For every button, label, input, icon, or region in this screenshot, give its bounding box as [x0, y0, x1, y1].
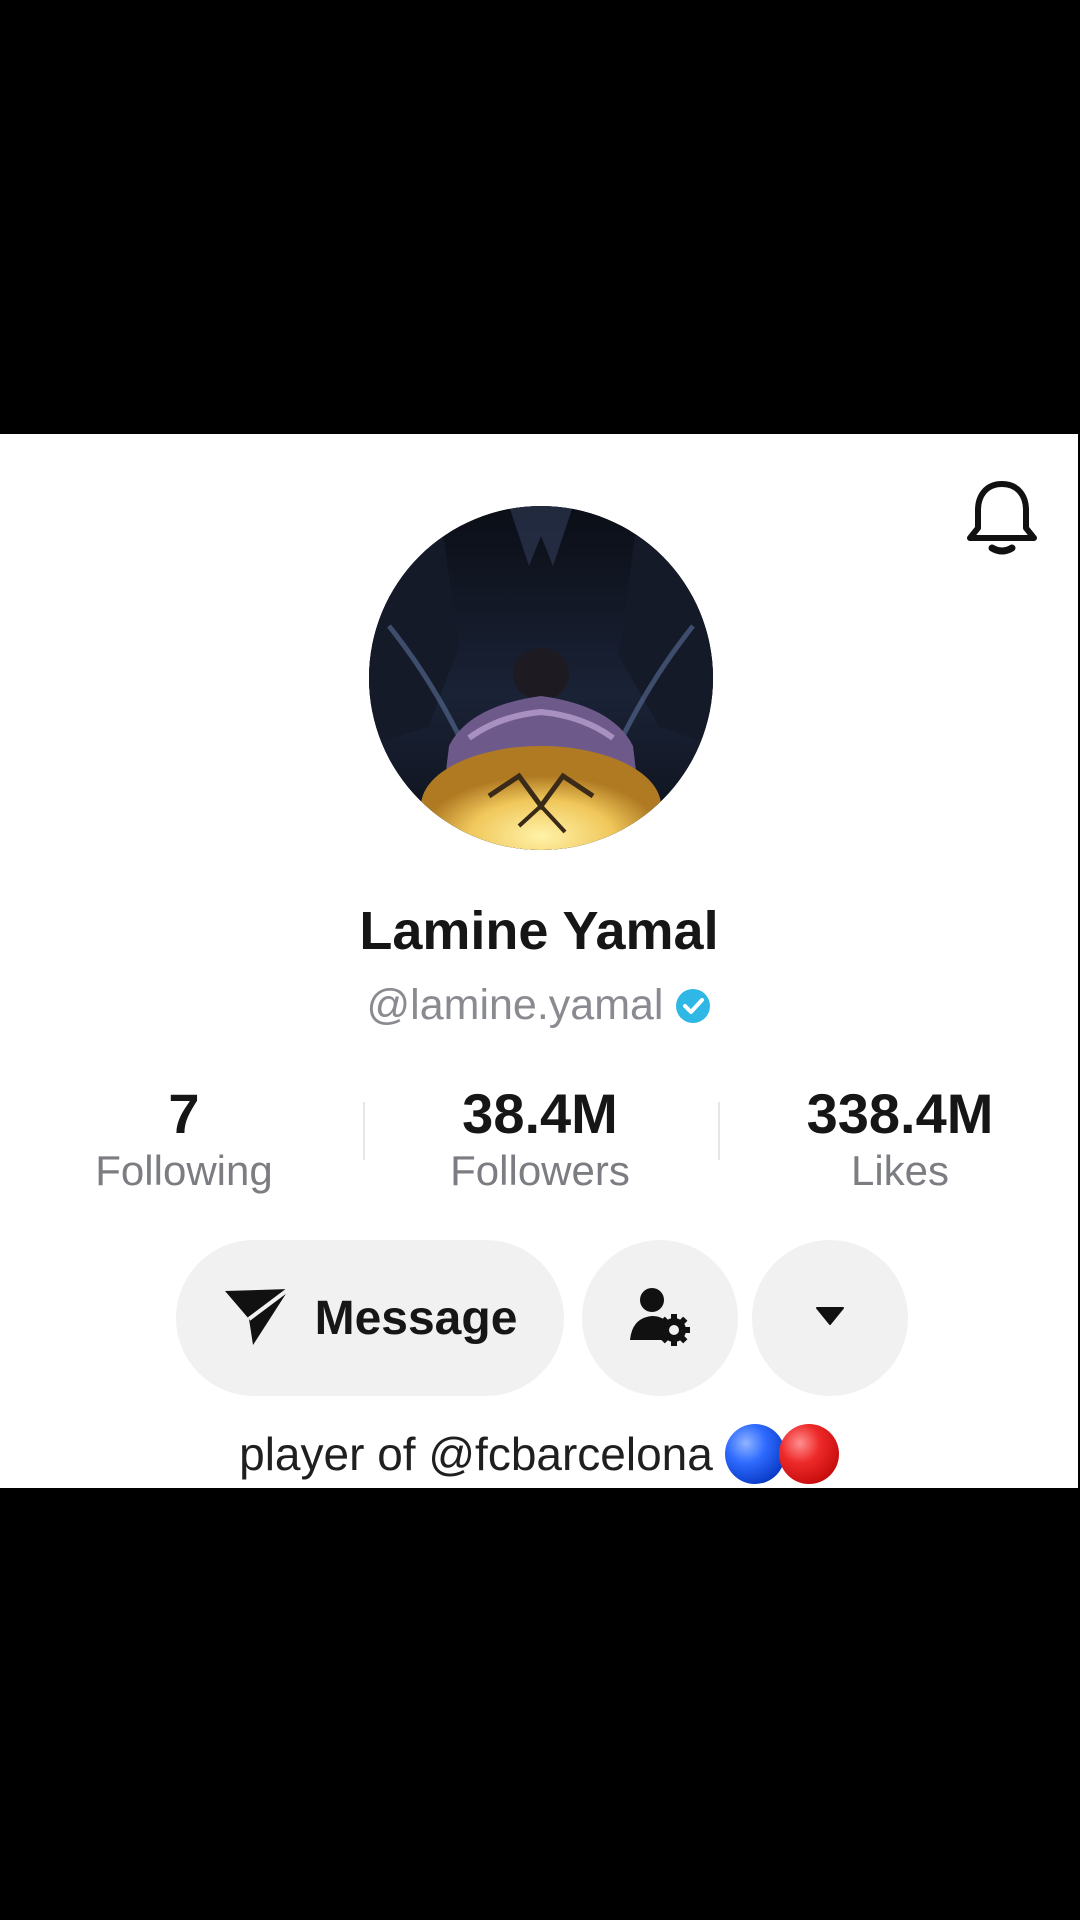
- caret-down-icon: [815, 1305, 845, 1332]
- bell-icon[interactable]: [962, 476, 1042, 560]
- more-options-button[interactable]: [752, 1240, 908, 1396]
- stat-divider: [718, 1102, 720, 1160]
- stat-likes[interactable]: 338.4M Likes: [760, 1082, 1040, 1198]
- app-frame: Lamine Yamal @lamine.yamal 7 Following 3…: [0, 0, 1080, 1920]
- message-label: Message: [314, 1291, 518, 1345]
- followers-count: 38.4M: [462, 1082, 618, 1145]
- red-circle-icon: [778, 1424, 839, 1484]
- display-name: Lamine Yamal: [359, 901, 719, 961]
- avatar[interactable]: [369, 506, 713, 850]
- profile-settings-button[interactable]: [582, 1240, 738, 1396]
- followers-label: Followers: [450, 1147, 630, 1194]
- likes-count: 338.4M: [806, 1082, 994, 1145]
- likes-label: Likes: [850, 1147, 950, 1194]
- blue-red-circles-emoji: [724, 1424, 839, 1484]
- profile-panel: Lamine Yamal @lamine.yamal 7 Following 3…: [0, 434, 1078, 1488]
- stat-following[interactable]: 7 Following: [64, 1082, 304, 1198]
- bio-text: player of @fcbarcelona: [239, 1428, 713, 1480]
- verified-badge-icon: [675, 988, 711, 1024]
- person-gear-icon: [628, 1284, 692, 1353]
- handle-row: @lamine.yamal: [0, 981, 1078, 1030]
- message-button[interactable]: Message: [176, 1240, 564, 1396]
- following-count: 7: [168, 1082, 200, 1145]
- blue-circle-icon: [724, 1424, 785, 1484]
- username: @lamine.yamal: [366, 981, 664, 1029]
- following-label: Following: [95, 1147, 273, 1194]
- stat-followers[interactable]: 38.4M Followers: [420, 1082, 660, 1198]
- stat-divider: [363, 1102, 365, 1160]
- bio: player of @fcbarcelona: [0, 1424, 1078, 1484]
- paper-plane-icon: [223, 1285, 291, 1352]
